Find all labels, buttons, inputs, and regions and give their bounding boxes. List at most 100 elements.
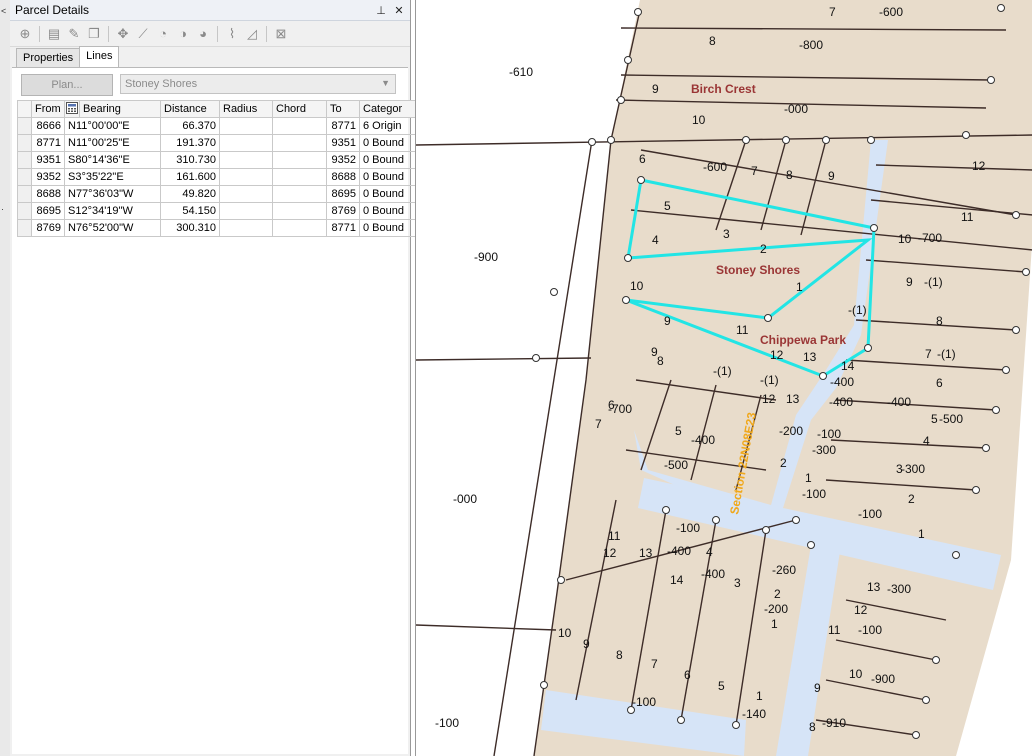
cell-chord[interactable] bbox=[272, 117, 327, 135]
cell-chord[interactable] bbox=[272, 151, 327, 169]
table-row[interactable]: 8695 S12°34'19"W 54.150 8769 0 Bound bbox=[17, 202, 418, 220]
cell-category[interactable]: 0 Bound bbox=[359, 202, 418, 220]
cell-radius[interactable] bbox=[219, 168, 273, 186]
calculator-icon[interactable] bbox=[64, 100, 80, 118]
parcel-number-label: 10 bbox=[692, 113, 706, 127]
cell-radius[interactable] bbox=[219, 134, 273, 152]
cell-bearing[interactable]: N11°00'00"E bbox=[64, 117, 161, 135]
traverse-icon[interactable]: ⌇ bbox=[223, 25, 241, 43]
row-selector[interactable] bbox=[17, 202, 32, 220]
table-row[interactable]: 8771 N11°00'25"E 191.370 9351 0 Bound bbox=[17, 134, 418, 152]
tab-lines[interactable]: Lines bbox=[79, 46, 120, 67]
parcel-number-label: 8 bbox=[936, 314, 943, 328]
cell-from[interactable]: 9352 bbox=[31, 168, 65, 186]
cell-to[interactable]: 9351 bbox=[326, 134, 360, 152]
pin-icon[interactable]: ⊥ bbox=[374, 4, 388, 17]
cell-bearing[interactable]: N77°36'03"W bbox=[64, 185, 161, 203]
tab-properties[interactable]: Properties bbox=[16, 48, 81, 69]
cell-to[interactable]: 9352 bbox=[326, 151, 360, 169]
cell-radius[interactable] bbox=[219, 185, 273, 203]
cell-from[interactable]: 8771 bbox=[31, 134, 65, 152]
cell-category[interactable]: 6 Origin bbox=[359, 117, 418, 135]
column-header-to[interactable]: To bbox=[326, 100, 360, 118]
cell-bearing[interactable]: S80°14'36"E bbox=[64, 151, 161, 169]
column-header-distance[interactable]: Distance bbox=[160, 100, 220, 118]
edit-document-icon[interactable]: ✎ bbox=[65, 25, 83, 43]
row-selector[interactable] bbox=[17, 185, 32, 203]
cell-distance[interactable]: 310.730 bbox=[160, 151, 220, 169]
cell-category[interactable]: 0 Bound bbox=[359, 219, 418, 237]
map-view[interactable]: 7 -600 8 -800 -610 9 -000 10 6 -600 7 8 9 12 11 5 3 10 -70… bbox=[415, 0, 1032, 756]
cell-to[interactable]: 8695 bbox=[326, 185, 360, 203]
cell-category[interactable]: 0 Bound bbox=[359, 185, 418, 203]
cell-chord[interactable] bbox=[272, 168, 327, 186]
cell-radius[interactable] bbox=[219, 117, 273, 135]
cell-chord[interactable] bbox=[272, 219, 327, 237]
chevron-down-icon[interactable]: ▼ bbox=[381, 78, 390, 88]
cell-chord[interactable] bbox=[272, 185, 327, 203]
parcel-join-icon[interactable]: ◑ bbox=[174, 25, 192, 43]
plan-button[interactable]: Plan... bbox=[21, 74, 113, 96]
cell-from[interactable]: 9351 bbox=[31, 151, 65, 169]
cell-chord[interactable] bbox=[272, 202, 327, 220]
cell-from[interactable]: 8695 bbox=[31, 202, 65, 220]
cell-radius[interactable] bbox=[219, 219, 273, 237]
parcel-split-icon[interactable]: ◔ bbox=[154, 25, 172, 43]
table-row[interactable]: 8769 N76°52'00"W 300.310 8771 0 Bound bbox=[17, 219, 418, 237]
cell-distance[interactable]: 54.150 bbox=[160, 202, 220, 220]
cell-category[interactable]: 0 Bound bbox=[359, 134, 418, 152]
cell-radius[interactable] bbox=[219, 151, 273, 169]
cell-to[interactable]: 8769 bbox=[326, 202, 360, 220]
move-point-icon[interactable]: ✥ bbox=[114, 25, 132, 43]
column-header-from[interactable]: From bbox=[31, 100, 65, 118]
area-icon[interactable]: ◿ bbox=[243, 25, 261, 43]
table-row[interactable]: 8688 N77°36'03"W 49.820 8695 0 Bound bbox=[17, 185, 418, 203]
parcel-number-label: 7 bbox=[925, 347, 932, 361]
delete-icon[interactable]: ⊠ bbox=[272, 25, 290, 43]
parcel-number-label: 8 bbox=[657, 354, 664, 368]
cell-distance[interactable]: 300.310 bbox=[160, 219, 220, 237]
table-row[interactable]: 8666 N11°00'00"E 66.370 8771 6 Origin bbox=[17, 117, 418, 135]
cell-to[interactable]: 8771 bbox=[326, 219, 360, 237]
parcel-rotate-icon[interactable]: ◕ bbox=[194, 25, 212, 43]
cell-from[interactable]: 8688 bbox=[31, 185, 65, 203]
cell-distance[interactable]: 161.600 bbox=[160, 168, 220, 186]
draw-line-icon[interactable]: ⟋ bbox=[134, 25, 152, 43]
cell-bearing[interactable]: N76°52'00"W bbox=[64, 219, 161, 237]
row-selector[interactable] bbox=[17, 134, 32, 152]
cell-distance[interactable]: 66.370 bbox=[160, 117, 220, 135]
cell-distance[interactable]: 49.820 bbox=[160, 185, 220, 203]
cell-radius[interactable] bbox=[219, 202, 273, 220]
copy-document-icon[interactable]: ❐ bbox=[85, 25, 103, 43]
parcel-map[interactable]: 7 -6008 -800-6109-000106-600 7 8 9121153 10 -70… bbox=[416, 0, 1032, 756]
collapse-arrow-icon[interactable]: < bbox=[1, 6, 6, 16]
column-header-chord[interactable]: Chord bbox=[272, 100, 327, 118]
cell-chord[interactable] bbox=[272, 134, 327, 152]
column-header-radius[interactable]: Radius bbox=[219, 100, 273, 118]
cell-distance[interactable]: 191.370 bbox=[160, 134, 220, 152]
cell-category[interactable]: 0 Bound bbox=[359, 168, 418, 186]
column-header-bearing[interactable]: Bearing bbox=[79, 100, 161, 118]
parcel-number-label: 7 bbox=[651, 657, 658, 671]
row-selector[interactable] bbox=[17, 219, 32, 237]
close-icon[interactable]: ✕ bbox=[392, 4, 406, 17]
cell-to[interactable]: 8688 bbox=[326, 168, 360, 186]
cell-bearing[interactable]: S12°34'19"W bbox=[64, 202, 161, 220]
crosshair-icon[interactable]: ⊕ bbox=[16, 25, 34, 43]
parcel-number-label: -100 bbox=[435, 716, 459, 730]
cell-to[interactable]: 8771 bbox=[326, 117, 360, 135]
cell-bearing[interactable]: N11°00'25"E bbox=[64, 134, 161, 152]
row-selector[interactable] bbox=[17, 168, 32, 186]
plan-select[interactable]: Stoney Shores ▼ bbox=[120, 74, 396, 94]
cell-category[interactable]: 0 Bound bbox=[359, 151, 418, 169]
table-row[interactable]: 9352 S3°35'22"E 161.600 8688 0 Bound bbox=[17, 168, 418, 186]
row-selector[interactable] bbox=[17, 151, 32, 169]
cell-from[interactable]: 8769 bbox=[31, 219, 65, 237]
cell-bearing[interactable]: S3°35'22"E bbox=[64, 168, 161, 186]
table-row[interactable]: 9351 S80°14'36"E 310.730 9352 0 Bound bbox=[17, 151, 418, 169]
column-header-category[interactable]: Categor bbox=[359, 100, 418, 118]
new-document-icon[interactable]: ▤ bbox=[45, 25, 63, 43]
cell-from[interactable]: 8666 bbox=[31, 117, 65, 135]
subdivision-name-stoney-shores: Stoney Shores bbox=[716, 263, 800, 277]
row-selector[interactable] bbox=[17, 117, 32, 135]
